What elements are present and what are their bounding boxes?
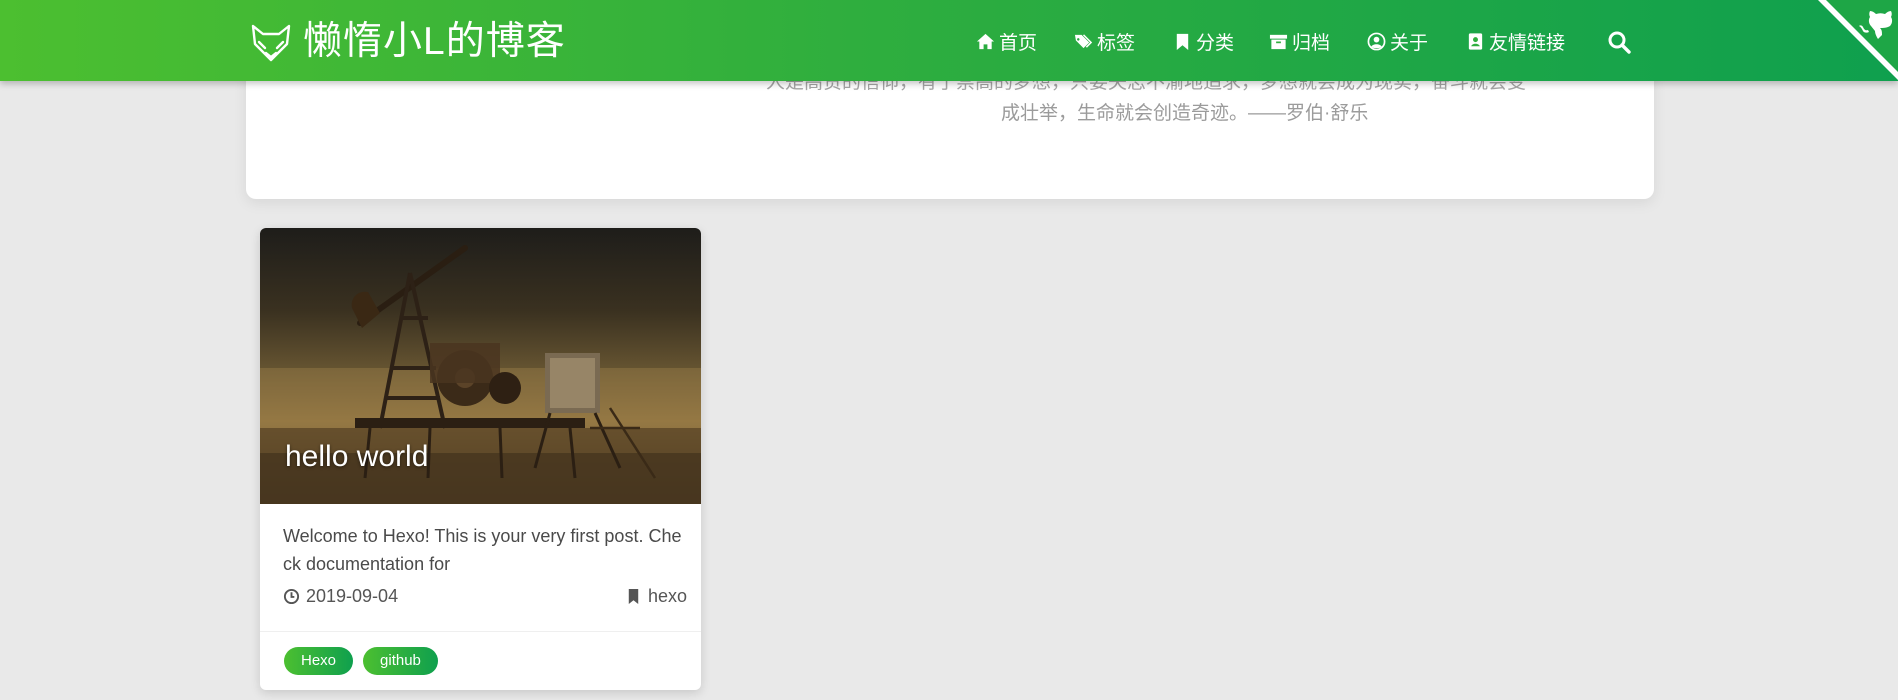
nav-item-archive[interactable]: 归档 bbox=[1269, 26, 1330, 56]
nav-item-about[interactable]: 关于 bbox=[1367, 26, 1428, 56]
post-category-text: hexo bbox=[647, 586, 687, 606]
post-date: 2019-09-04 bbox=[283, 586, 398, 607]
nav-label: 关于 bbox=[1390, 32, 1429, 54]
tags-icon bbox=[1074, 33, 1093, 48]
home-icon bbox=[976, 33, 995, 49]
nav-item-categories[interactable]: 分类 bbox=[1173, 26, 1234, 56]
user-circle-icon bbox=[1367, 32, 1386, 50]
bookmark-icon bbox=[1176, 33, 1189, 50]
post-tags: Hexo github bbox=[284, 647, 448, 675]
post-cover-image[interactable]: hello world bbox=[260, 228, 701, 504]
address-book-icon bbox=[1468, 32, 1483, 50]
post-meta: 2019-09-04 hexo bbox=[283, 586, 687, 612]
brand[interactable]: 懒惰小L的博客 bbox=[249, 18, 566, 66]
tag-github[interactable]: github bbox=[363, 647, 438, 675]
card-divider bbox=[260, 631, 701, 632]
search-icon[interactable] bbox=[1607, 30, 1631, 54]
github-corner-icon[interactable] bbox=[1818, 0, 1898, 80]
nav-label: 标签 bbox=[1097, 32, 1136, 54]
nav-label: 友情链接 bbox=[1489, 32, 1566, 54]
nav-item-friend-links[interactable]: 友情链接 bbox=[1466, 26, 1565, 56]
bookmark-icon bbox=[628, 588, 639, 605]
nav-label: 首页 bbox=[999, 32, 1038, 54]
site-title: 懒惰小L的博客 bbox=[303, 20, 566, 63]
post-date-text: 2019-09-04 bbox=[306, 586, 399, 606]
nav-label: 归档 bbox=[1292, 32, 1331, 54]
clock-icon bbox=[283, 588, 300, 605]
nav-label: 分类 bbox=[1196, 32, 1235, 54]
archive-icon bbox=[1269, 34, 1288, 49]
top-navbar: 懒惰小L的博客 首页 标签 分类 归档 关于 友情链接 bbox=[0, 0, 1898, 81]
nav-item-home[interactable]: 首页 bbox=[976, 26, 1037, 56]
fox-logo-icon bbox=[251, 24, 291, 62]
post-category[interactable]: hexo bbox=[625, 586, 687, 607]
page: 懒惰小L的博客 首页 标签 分类 归档 关于 友情链接 人是高贵的信仰，有了崇高… bbox=[0, 0, 1898, 700]
post-card: hello world Welcome to Hexo! This is you… bbox=[260, 228, 701, 690]
post-excerpt: Welcome to Hexo! This is your very first… bbox=[283, 526, 682, 574]
post-title: hello world bbox=[285, 440, 429, 473]
quote-line-2: 成壮举，生命就会创造奇迹。——罗伯·舒乐 bbox=[1001, 103, 1369, 124]
nav-item-tags[interactable]: 标签 bbox=[1074, 26, 1135, 56]
tag-hexo[interactable]: Hexo bbox=[284, 647, 354, 675]
